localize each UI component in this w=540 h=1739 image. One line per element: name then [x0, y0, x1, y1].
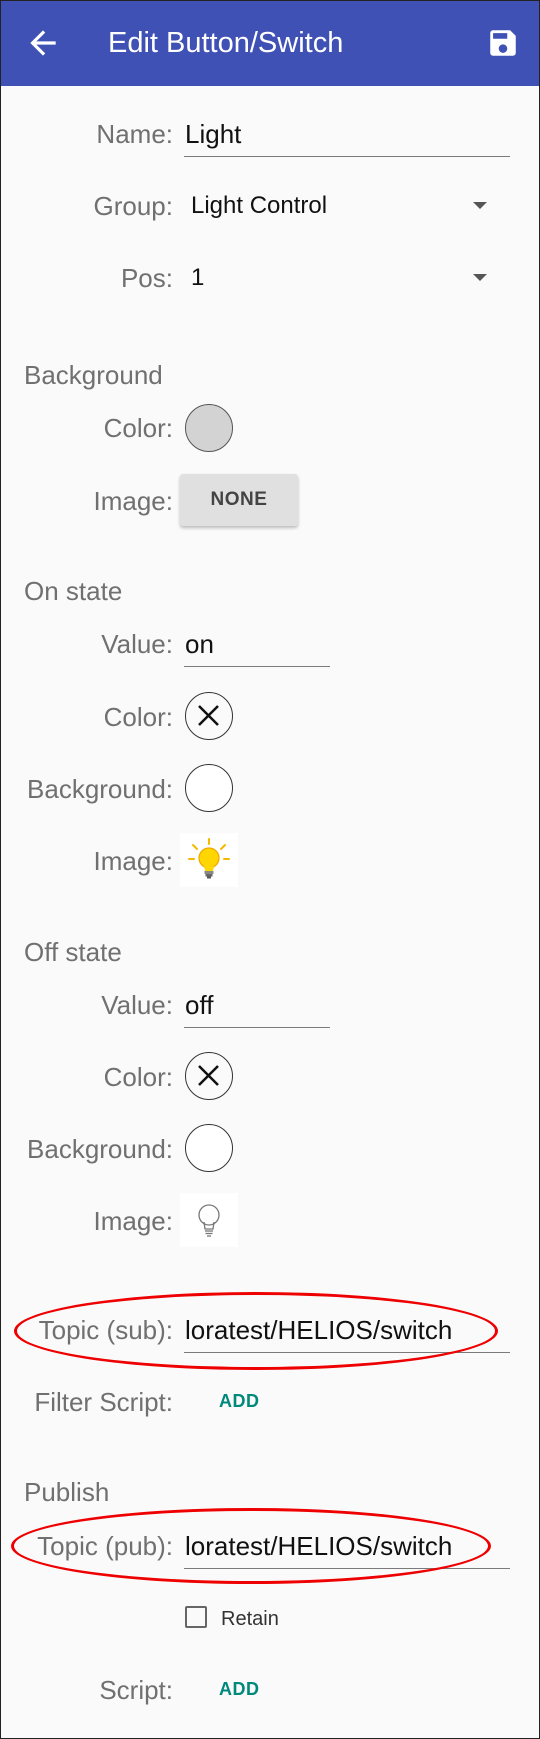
retain-checkbox[interactable]	[185, 1606, 207, 1628]
pos-dropdown-arrow-icon[interactable]	[473, 274, 487, 281]
background-color-label: Color:	[103, 413, 173, 443]
close-icon	[198, 705, 219, 726]
filter-script-add-button[interactable]: ADD	[219, 1391, 260, 1412]
group-label: Group:	[93, 191, 174, 221]
off-state-heading: Off state	[24, 937, 122, 967]
on-background-label: Background:	[27, 774, 173, 804]
pos-select[interactable]: 1	[191, 263, 204, 293]
topic-sub-label: Topic (sub):	[38, 1315, 173, 1345]
script-label: Script:	[99, 1675, 173, 1705]
off-color-swatch[interactable]	[185, 1052, 233, 1100]
on-value-label: Value:	[101, 629, 173, 659]
off-image-label: Image:	[93, 1206, 174, 1236]
group-select[interactable]: Light Control	[191, 191, 327, 221]
topic-sub-underline	[184, 1352, 510, 1353]
name-underline	[184, 156, 510, 157]
page-title: Edit Button/Switch	[108, 27, 344, 59]
topic-pub-underline	[184, 1568, 510, 1569]
on-state-heading: On state	[24, 576, 123, 606]
topic-pub-label: Topic (pub):	[37, 1531, 173, 1561]
close-icon	[198, 1065, 219, 1086]
lightbulb-on-icon	[188, 838, 230, 879]
on-color-swatch[interactable]	[185, 692, 233, 740]
background-color-swatch[interactable]	[185, 404, 233, 452]
app-bar: Edit Button/Switch	[0, 0, 540, 86]
on-image-label: Image:	[93, 846, 174, 876]
background-image-label: Image:	[93, 486, 174, 516]
script-add-button[interactable]: ADD	[219, 1679, 260, 1700]
off-value-field[interactable]: off	[185, 990, 213, 1020]
name-field[interactable]: Light	[185, 119, 241, 149]
group-dropdown-arrow-icon[interactable]	[473, 202, 487, 209]
off-value-label: Value:	[101, 990, 173, 1020]
topic-sub-field[interactable]: loratest/HELIOS/switch	[185, 1315, 452, 1345]
pos-label: Pos:	[120, 263, 173, 293]
off-image-picker[interactable]	[180, 1193, 238, 1247]
on-value-underline	[184, 666, 330, 667]
retain-label: Retain	[221, 1608, 279, 1630]
on-color-label: Color:	[103, 702, 173, 732]
publish-heading: Publish	[24, 1477, 110, 1507]
filter-script-label: Filter Script:	[34, 1387, 173, 1417]
background-image-none-button[interactable]: NONE	[180, 474, 298, 526]
lightbulb-off-icon	[198, 1204, 220, 1237]
back-arrow-icon[interactable]	[24, 24, 62, 62]
off-color-label: Color:	[103, 1062, 173, 1092]
off-background-label: Background:	[27, 1134, 173, 1164]
topic-pub-field[interactable]: loratest/HELIOS/switch	[185, 1531, 452, 1561]
on-image-picker[interactable]	[180, 833, 238, 887]
name-label: Name:	[96, 119, 173, 149]
on-value-field[interactable]: on	[185, 629, 214, 659]
background-heading: Background	[24, 360, 163, 390]
off-value-underline	[184, 1027, 330, 1028]
on-background-swatch[interactable]	[185, 764, 233, 812]
off-background-swatch[interactable]	[185, 1124, 233, 1172]
save-icon[interactable]	[486, 26, 520, 60]
